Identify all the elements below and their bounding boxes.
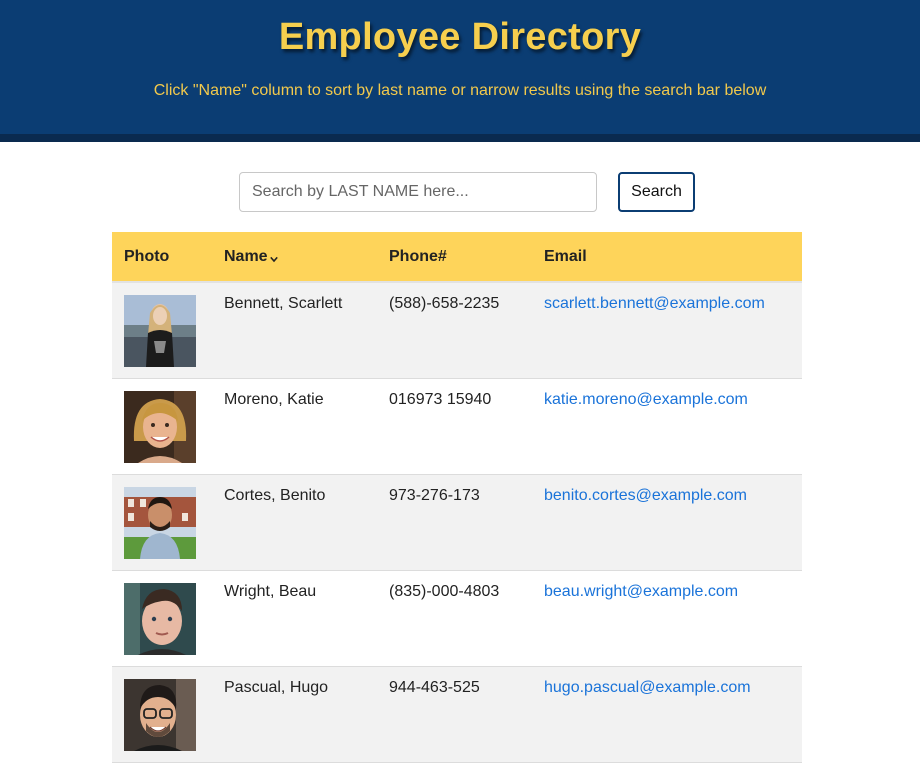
name-cell: Moreno, Katie xyxy=(212,378,377,475)
photo-cell xyxy=(112,282,212,379)
column-header-photo-label: Photo xyxy=(124,247,170,265)
page-title: Employee Directory xyxy=(278,16,642,58)
email-link[interactable]: hugo.pascual@example.com xyxy=(544,679,751,696)
employee-photo xyxy=(124,486,196,559)
phone-cell: 944-463-525 xyxy=(377,666,532,763)
email-cell: beau.wright@example.com xyxy=(532,570,802,667)
employee-photo xyxy=(124,295,196,367)
table-row: Cortes, Benito 973-276-173 benito.cortes… xyxy=(112,474,802,571)
name-cell: Cortes, Benito xyxy=(212,474,377,571)
email-link[interactable]: beau.wright@example.com xyxy=(544,583,738,600)
phone-cell: 016973 15940 xyxy=(377,378,532,475)
email-link[interactable]: katie.moreno@example.com xyxy=(544,391,748,408)
email-link[interactable]: benito.cortes@example.com xyxy=(544,487,747,504)
page-header: Employee Directory Click "Name" column t… xyxy=(0,0,920,142)
photo-cell xyxy=(112,378,212,475)
employee-photo xyxy=(124,582,196,655)
page-subtitle: Click "Name" column to sort by last name… xyxy=(153,82,767,99)
email-cell: katie.moreno@example.com xyxy=(532,378,802,475)
photo-cell xyxy=(112,570,212,667)
search-button[interactable]: Search xyxy=(618,172,695,212)
phone-cell: (835)-000-4803 xyxy=(377,570,532,667)
column-header-name-label[interactable]: Name xyxy=(224,248,268,265)
employee-table-container: Photo Name Phone# Email Bennett, Scarlet… xyxy=(112,232,802,763)
table-header-row: Photo Name Phone# Email xyxy=(112,232,802,283)
employee-photo xyxy=(124,678,196,751)
column-header-email-label: Email xyxy=(544,247,587,265)
column-header-phone-label: Phone# xyxy=(389,247,447,265)
column-header-email: Email xyxy=(532,232,802,283)
phone-cell: 973-276-173 xyxy=(377,474,532,571)
column-header-name[interactable]: Name xyxy=(212,232,377,283)
employee-table: Photo Name Phone# Email Bennett, Scarlet… xyxy=(112,232,802,763)
name-cell: Wright, Beau xyxy=(212,570,377,667)
column-header-photo: Photo xyxy=(112,232,212,283)
photo-cell xyxy=(112,474,212,571)
name-cell: Pascual, Hugo xyxy=(212,666,377,763)
column-header-phone: Phone# xyxy=(377,232,532,283)
table-row: Pascual, Hugo 944-463-525 hugo.pascual@e… xyxy=(112,666,802,763)
phone-cell: (588)-658-2235 xyxy=(377,282,532,379)
table-row: Moreno, Katie 016973 15940 katie.moreno@… xyxy=(112,378,802,475)
chevron-down-icon[interactable] xyxy=(269,255,278,263)
table-row: Wright, Beau (835)-000-4803 beau.wright@… xyxy=(112,570,802,667)
email-link[interactable]: scarlett.bennett@example.com xyxy=(544,295,765,312)
table-row: Bennett, Scarlett (588)-658-2235 scarlet… xyxy=(112,282,802,379)
name-cell: Bennett, Scarlett xyxy=(212,282,377,379)
employee-photo xyxy=(124,390,196,463)
search-bar: Search xyxy=(239,172,699,212)
photo-cell xyxy=(112,666,212,763)
search-input[interactable] xyxy=(239,172,597,212)
email-cell: scarlett.bennett@example.com xyxy=(532,282,802,379)
email-cell: hugo.pascual@example.com xyxy=(532,666,802,763)
email-cell: benito.cortes@example.com xyxy=(532,474,802,571)
